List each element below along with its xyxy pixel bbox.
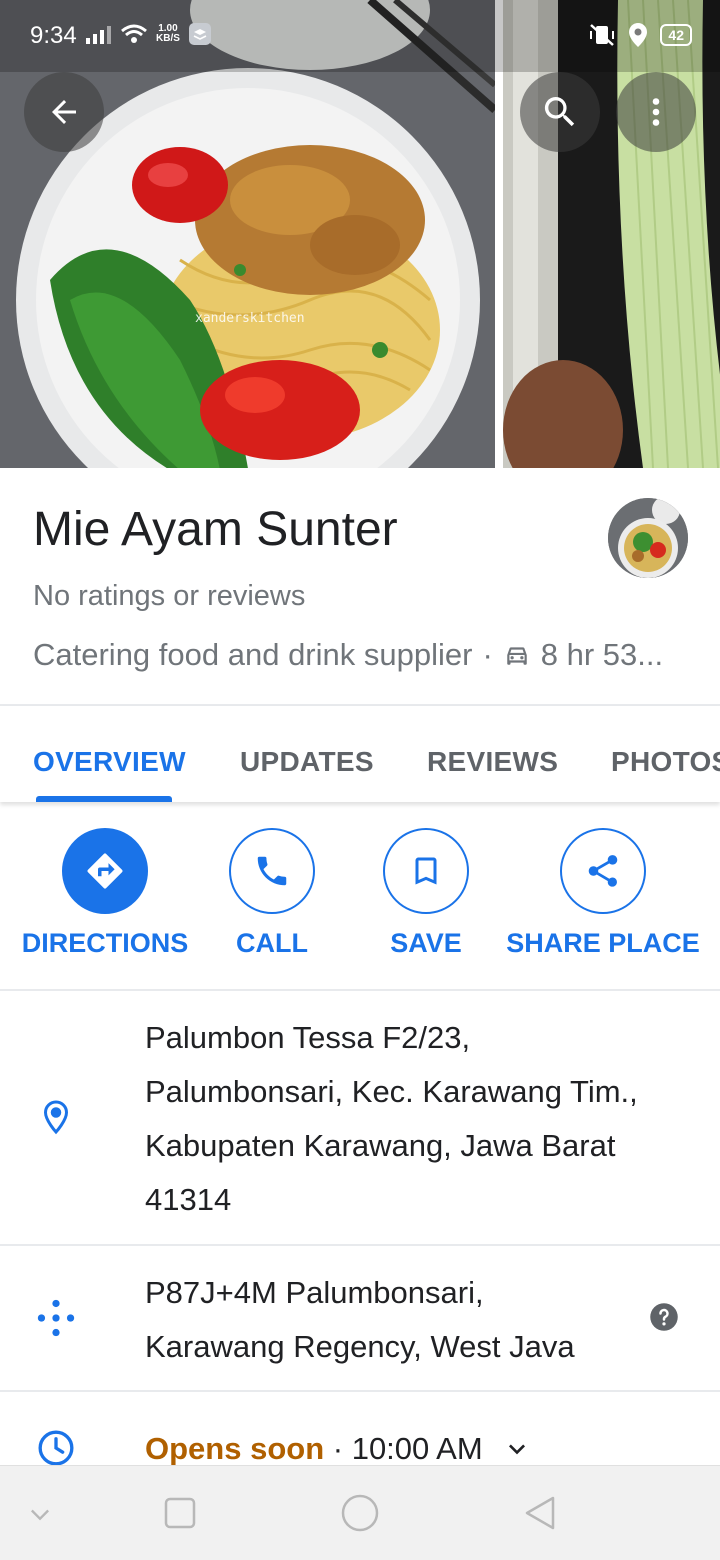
photo-watermark: xanderskitchen: [195, 311, 305, 326]
location-pin-icon: [36, 1097, 76, 1137]
back-button[interactable]: [24, 72, 104, 152]
status-bar: 9:34 1.00 KB/S 42: [0, 0, 720, 72]
save-label: SAVE: [390, 928, 462, 958]
layers-icon: [188, 23, 211, 45]
car-icon: [507, 647, 527, 665]
hours-row[interactable]: Opens soon · 10:00 AM: [0, 1420, 720, 1465]
search-icon: [544, 97, 575, 127]
drive-time: 8 hr 53...: [540, 637, 664, 672]
help-icon[interactable]: [649, 1302, 679, 1332]
plus-code-text: P87J+4M Palumbonsari, Karawang Regency, …: [145, 1275, 575, 1364]
tab-bar: OVERVIEW UPDATES REVIEWS PHOTOS: [0, 706, 720, 802]
tab-updates[interactable]: UPDATES: [240, 746, 374, 778]
battery-level: 42: [660, 24, 692, 46]
directions-icon: [87, 853, 123, 889]
tab-overview[interactable]: OVERVIEW: [33, 746, 186, 778]
directions-button[interactable]: DIRECTIONS: [20, 828, 190, 959]
status-time: 9:34: [30, 22, 77, 49]
nav-collapse-icon[interactable]: [26, 1500, 54, 1528]
call-circle[interactable]: [229, 828, 315, 914]
clock-icon: [36, 1428, 76, 1465]
share-circle[interactable]: [560, 828, 646, 914]
save-circle[interactable]: [383, 828, 469, 914]
directions-circle[interactable]: [62, 828, 148, 914]
more-options-button[interactable]: [616, 72, 696, 152]
hours-time: 10:00 AM: [351, 1431, 483, 1465]
call-label: CALL: [236, 928, 308, 958]
network-speed: 1.00 KB/S: [156, 23, 180, 44]
hours-separator: ·: [324, 1431, 352, 1465]
address-row[interactable]: Palumbon Tessa F2/23, Palumbonsari, Kec.…: [0, 1011, 720, 1231]
tab-photos[interactable]: PHOTOS: [611, 746, 720, 778]
divider: [0, 1244, 720, 1246]
signal-icon: [86, 26, 111, 44]
address-text: Palumbon Tessa F2/23, Palumbonsari, Kec.…: [145, 1020, 638, 1217]
divider: [0, 1390, 720, 1392]
share-label: SHARE PLACE: [506, 928, 700, 958]
location-status-icon: [629, 23, 648, 47]
category-text: Catering food and drink supplier: [33, 637, 473, 672]
tab-active-indicator: [36, 796, 172, 802]
chevron-down-icon[interactable]: [501, 1433, 533, 1465]
divider: [0, 989, 720, 991]
category-row: Catering food and drink supplier · 8 hr …: [33, 637, 663, 673]
directions-label: DIRECTIONS: [21, 928, 189, 958]
back-arrow-icon: [52, 100, 76, 124]
system-nav-bar: [0, 1465, 720, 1560]
share-button[interactable]: SHARE PLACE: [506, 828, 700, 959]
nav-recents-icon[interactable]: [163, 1496, 197, 1530]
photo-carousel[interactable]: xanderskitchen 9:34 1.00 KB/S 42: [0, 0, 720, 468]
hours-text: Opens soon · 10:00 AM: [145, 1422, 533, 1465]
separator-dot: ·: [482, 637, 493, 672]
vibrate-off-icon: [590, 24, 615, 46]
search-button[interactable]: [520, 72, 600, 152]
wifi-icon: [121, 24, 147, 43]
phone-icon: [257, 856, 287, 886]
call-button[interactable]: CALL: [187, 828, 357, 959]
more-vert-icon: [652, 98, 660, 126]
place-name: Mie Ayam Sunter: [33, 503, 398, 556]
nav-home-icon[interactable]: [340, 1493, 380, 1533]
place-avatar[interactable]: [608, 498, 688, 578]
status-right-icons: 42: [588, 22, 692, 48]
ratings-text[interactable]: No ratings or reviews: [33, 580, 305, 613]
plus-code-row[interactable]: P87J+4M Palumbonsari, Karawang Regency, …: [0, 1266, 720, 1376]
hours-status: Opens soon: [145, 1431, 325, 1465]
status-left-icons: 1.00 KB/S: [86, 22, 212, 46]
plus-code-icon: [36, 1298, 76, 1338]
save-button[interactable]: SAVE: [341, 828, 511, 959]
nav-back-icon[interactable]: [521, 1494, 559, 1532]
bookmark-icon: [415, 857, 437, 885]
share-icon: [588, 855, 618, 887]
tab-reviews[interactable]: REVIEWS: [427, 746, 558, 778]
